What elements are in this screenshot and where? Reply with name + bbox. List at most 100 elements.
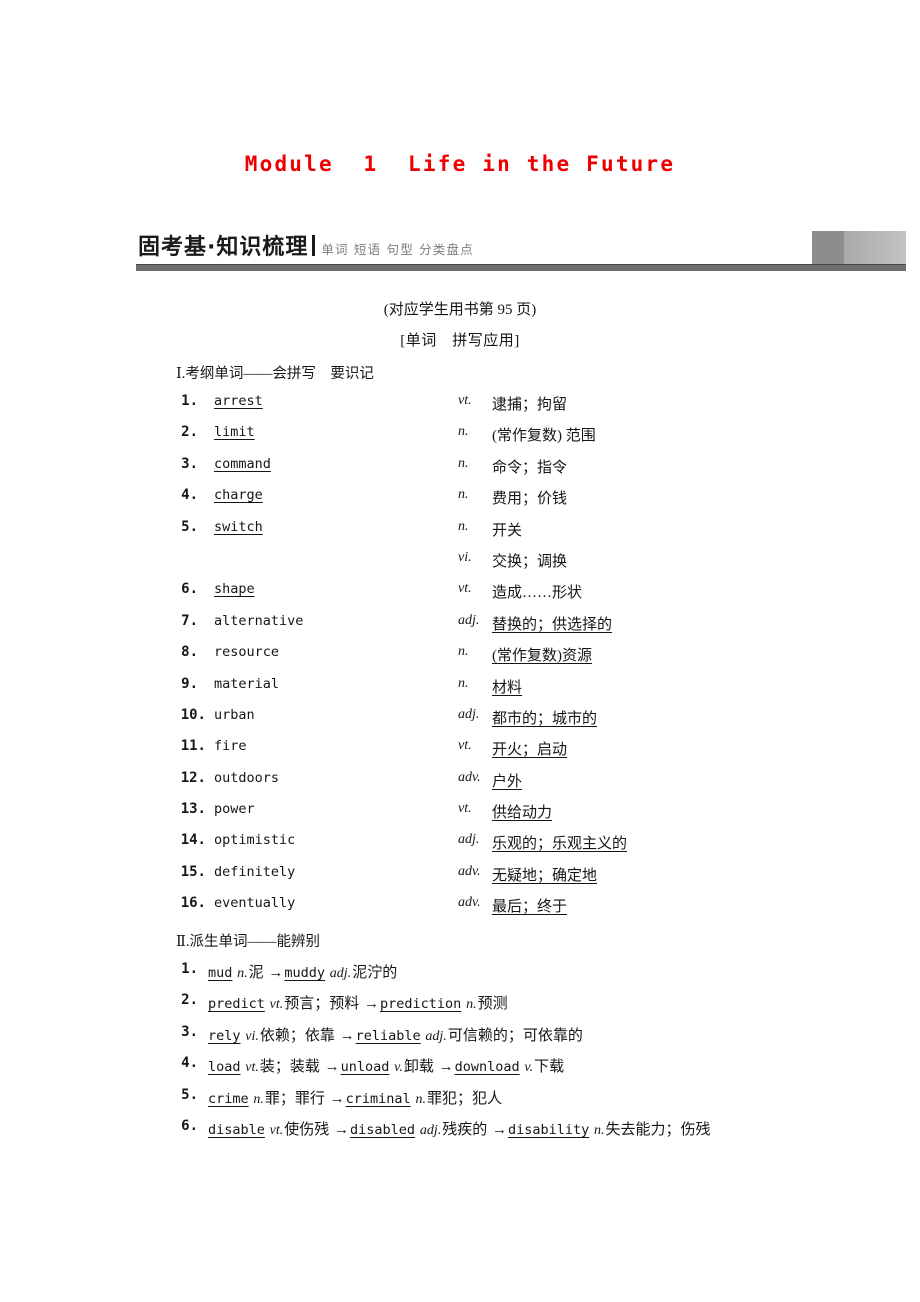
derivation-arrow-icon: → [324, 1059, 340, 1076]
vocabulary-row: 14. optimistic adj. 乐观的；乐观主义的 [176, 832, 796, 863]
part-of-speech: adj. [458, 832, 480, 848]
vocabulary-word: arrest [214, 393, 263, 409]
vocabulary-row-number: 2. [181, 424, 198, 441]
part-of-speech: n. [458, 455, 469, 471]
vocabulary-word: eventually [214, 895, 296, 912]
part-of-speech: n. [458, 424, 469, 440]
vocabulary-word: material [214, 675, 280, 692]
student-book-reference: (对应学生用书第 95 页) [383, 302, 537, 318]
part-of-speech: vt. [458, 393, 472, 408]
vocabulary-row: 10. urban adj. 都市的；城市的 [176, 707, 796, 738]
derivation-arrow-icon: → [329, 1090, 345, 1107]
derivation-word: disabled [350, 1121, 416, 1138]
vocabulary-row: 1. arrest vt. 逮捕；拘留 [176, 393, 796, 424]
vocabulary-row-number: 5. [181, 518, 198, 535]
derivation-list: 1. mud n.泥 →muddy adj.泥泞的 2. predict vt.预言… [176, 961, 876, 1149]
vocabulary-row: 4. charge n. 费用；价钱 [176, 487, 796, 518]
part-of-speech: n. [458, 675, 469, 691]
banner-text-group: 固考基·知识梳理 单词 短语 句型 分类盘点 [138, 229, 474, 261]
vocabulary-definition: 造成……形状 [492, 585, 583, 602]
derivation-arrow-icon: → [491, 1121, 507, 1138]
part-of-speech: vt. [458, 581, 472, 597]
derivation-arrow-icon: → [364, 996, 380, 1013]
derivation-arrow-icon: → [268, 965, 284, 981]
vocabulary-row-number: 14. [180, 832, 206, 849]
vocabulary-row: 5. switch n. 开关 [176, 519, 796, 550]
vocabulary-definition: 开火；启动 [492, 742, 568, 759]
part-of-speech: n. [466, 997, 477, 1013]
part-of-speech: n. [415, 1091, 426, 1107]
vocabulary-row: 7. alternative adj. 替换的；供选择的 [176, 613, 796, 644]
vocabulary-row-number: 3. [181, 455, 198, 472]
derivation-row-number: 3. [181, 1023, 198, 1040]
part-of-speech: n. [458, 487, 469, 503]
vocabulary-row-number: 11. [180, 738, 206, 755]
derivation-row-number: 5. [181, 1086, 198, 1103]
derivation-row-number: 4. [181, 1055, 198, 1072]
derivation-definition: 失去能力；伤残 [605, 1121, 711, 1138]
derivation-row: 3. rely vi.依赖；依靠 →reliable adj.可信赖的；可依靠的 [176, 1024, 876, 1055]
vocabulary-word: definitely [214, 863, 296, 880]
derivation-definition: 泥 [248, 965, 264, 981]
derivation-row: 4. load vt.装；装载 →unload v.卸载 →download v.… [176, 1055, 876, 1086]
part-of-speech: adj. [425, 1028, 447, 1044]
banner-gray-decoration [812, 231, 906, 265]
vocabulary-definition: 逮捕；拘留 [492, 397, 568, 413]
part-of-speech: v. [524, 1060, 534, 1076]
vocabulary-row-number: 12. [180, 769, 206, 786]
vocabulary-definition: 最后；终于 [492, 899, 568, 916]
derivation-row: 6. disable vt.使伤残 →disabled adj.残疾的 →disa… [176, 1118, 876, 1149]
derivation-chain: rely vi.依赖；依靠 →reliable adj.可信赖的；可依靠的 [208, 1024, 583, 1045]
vocabulary-definition: 乐观的；乐观主义的 [492, 836, 628, 853]
vocabulary-word: limit [214, 424, 255, 441]
section-2-heading: Ⅱ.派生单词——能辨别 [176, 934, 320, 950]
derivation-arrow-icon: → [438, 1059, 454, 1076]
vocabulary-word: urban [214, 706, 255, 723]
vocabulary-definition: 都市的；城市的 [492, 710, 598, 727]
part-of-speech: n. [458, 644, 469, 660]
vocabulary-row-number: 7. [181, 612, 198, 629]
part-of-speech: n. [253, 1091, 264, 1107]
banner-heading: 固考基·知识梳理 [138, 235, 309, 260]
vocabulary-definition: 费用；价钱 [492, 491, 568, 508]
vocabulary-definition: 开关 [492, 522, 523, 539]
derivation-row-number: 2. [181, 992, 198, 1009]
banner-vertical-bar-icon [312, 235, 316, 256]
derivation-word: disability [507, 1121, 590, 1138]
vocabulary-definition: 命令；指令 [492, 459, 568, 476]
vocabulary-word: fire [214, 738, 247, 755]
vocabulary-word: resource [214, 644, 280, 661]
part-of-speech: n. [458, 518, 469, 534]
vocabulary-row: 2. limit n. (常作复数) 范围 [176, 424, 796, 455]
derivation-word: load [208, 1059, 241, 1076]
vocabulary-row-number: 9. [181, 675, 198, 692]
derivation-definition: 卸载 [403, 1059, 434, 1076]
derivation-definition: 使伤残 [284, 1121, 330, 1138]
vocabulary-list: 1. arrest vt. 逮捕；拘留 2. limit n. (常作复数) 范围 3. comm… [176, 393, 796, 927]
derivation-definition: 泥泞的 [352, 965, 398, 981]
vocabulary-row-number: 6. [181, 581, 198, 598]
vocabulary-row: vi. 交换；调换 [176, 550, 796, 581]
derivation-word: mud [208, 965, 233, 981]
derivation-word: prediction [380, 996, 462, 1013]
vocabulary-word: power [214, 801, 255, 818]
part-of-speech: adj. [458, 612, 480, 628]
vocabulary-row: 3. command n. 命令；指令 [176, 456, 796, 487]
derivation-word: download [454, 1059, 520, 1076]
vocabulary-row: 9. material n. 材料 [176, 676, 796, 707]
derivation-row-number: 1. [181, 961, 198, 977]
vocabulary-row-number: 4. [181, 487, 198, 504]
part-of-speech: adj. [419, 1122, 442, 1138]
part-of-speech: adj. [458, 706, 480, 722]
vocabulary-row: 12. outdoors adv. 户外 [176, 770, 796, 801]
part-of-speech: vt. [458, 801, 472, 817]
part-of-speech: adj. [329, 966, 352, 981]
part-of-speech: n. [594, 1122, 605, 1138]
part-of-speech: v. [394, 1060, 403, 1076]
vocabulary-row-number: 15. [180, 863, 206, 880]
vocabulary-word: alternative [214, 612, 304, 629]
derivation-word: criminal [345, 1090, 411, 1107]
section-banner: 固考基·知识梳理 单词 短语 句型 分类盘点 [0, 229, 920, 273]
derivation-definition: 罪；罪行 [264, 1090, 325, 1107]
derivation-word: disable [208, 1121, 265, 1138]
